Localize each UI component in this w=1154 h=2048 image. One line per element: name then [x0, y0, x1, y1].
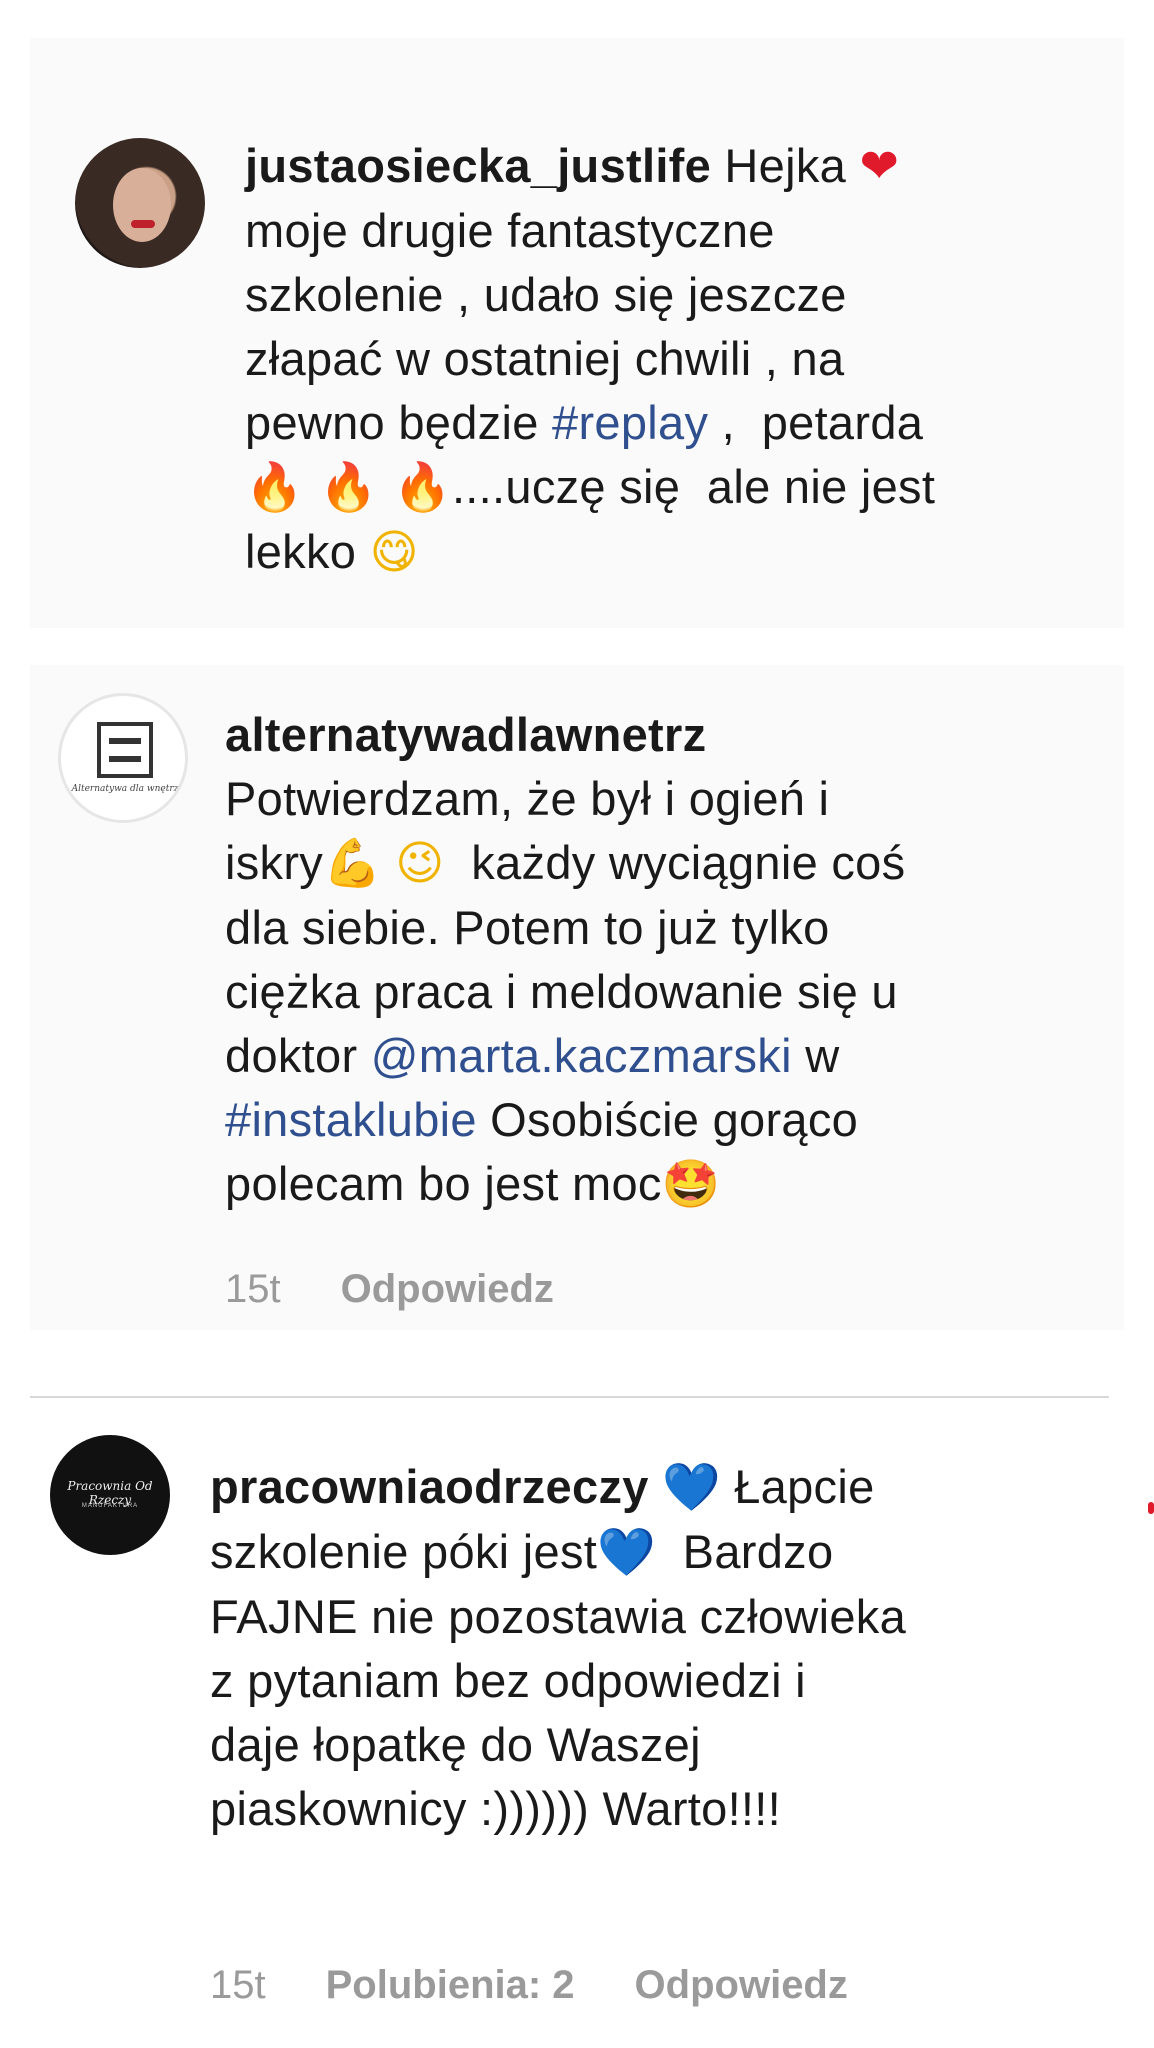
- reply-button[interactable]: Odpowiedz: [341, 1267, 554, 1311]
- avatar-lips: [131, 220, 155, 228]
- username-link[interactable]: justaosiecka_justlife: [245, 139, 711, 192]
- avatar[interactable]: [75, 138, 205, 268]
- comment-alternatywadlawnetrz: Alternatywa dla wnętrz alternatywadlawne…: [30, 665, 1124, 1330]
- comment-meta: 15t Odpowiedz: [225, 1267, 614, 1312]
- yum-emoji: 😋: [369, 525, 419, 580]
- blue-heart-emoji: 💙: [597, 1525, 656, 1580]
- timestamp: 15t: [225, 1267, 281, 1311]
- hashtag-replay[interactable]: #replay: [552, 396, 708, 449]
- comment-text: alternatywadlawnetrz Potwierdzam, że był…: [225, 708, 906, 1212]
- divider: [30, 1396, 1109, 1398]
- reply-button[interactable]: Odpowiedz: [635, 1963, 848, 2007]
- comment-justaosiecka: justaosiecka_justlife Hejka ❤ moje drugi…: [30, 38, 1124, 628]
- avatar-face: [113, 168, 171, 242]
- comment-text: pracowniaodrzeczy 💙 Łapcie szkolenie pók…: [210, 1460, 907, 1835]
- mention-link[interactable]: @marta.kaczmarski: [371, 1029, 792, 1082]
- avatar-logo-text: Alternatywa dla wnętrz: [71, 784, 179, 794]
- avatar[interactable]: Pracownia Od Rzeczy MANUFAKTURA: [50, 1435, 170, 1555]
- comment-pracowniaodrzeczy: Pracownia Od Rzeczy MANUFAKTURA pracowni…: [30, 1405, 1124, 2045]
- username-link[interactable]: alternatywadlawnetrz: [225, 708, 706, 761]
- likes-count-button[interactable]: Polubienia: 2: [326, 1963, 575, 2007]
- flexed-biceps-emoji: 💪: [323, 836, 382, 891]
- red-heart-emoji: ❤: [859, 139, 900, 194]
- timestamp: 15t: [210, 1963, 266, 2007]
- notification-dot: [1148, 1502, 1154, 1514]
- avatar-logo-subtext: MANUFAKTURA: [81, 1503, 139, 1509]
- blue-heart-emoji: 💙: [662, 1460, 721, 1515]
- logo-mark-icon: [97, 722, 153, 778]
- hashtag-instaklubie[interactable]: #instaklubie: [225, 1093, 477, 1146]
- comment-text: justaosiecka_justlife Hejka ❤ moje drugi…: [245, 139, 936, 580]
- fire-emoji: 🔥 🔥 🔥: [245, 460, 452, 515]
- winking-face-emoji: 😉: [395, 836, 445, 891]
- comment-meta: 15t Polubienia: 2 Odpowiedz: [210, 1963, 908, 2008]
- avatar[interactable]: Alternatywa dla wnętrz: [58, 693, 188, 823]
- username-link[interactable]: pracowniaodrzeczy: [210, 1460, 649, 1513]
- star-struck-emoji: 🤩: [661, 1157, 721, 1212]
